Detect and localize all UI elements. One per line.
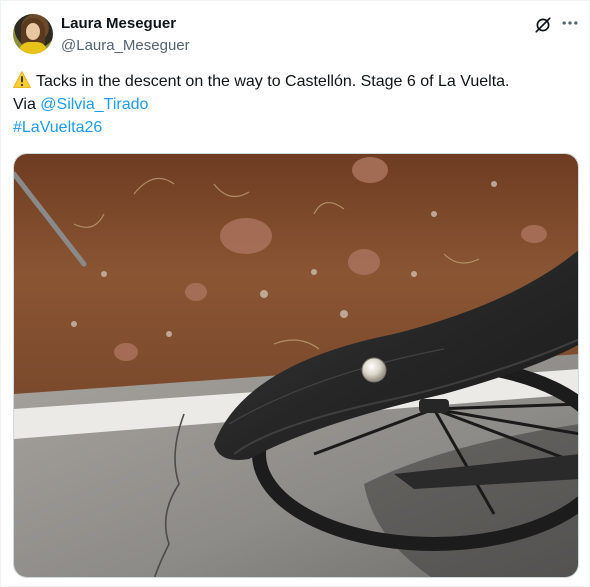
photo-bike-tire-tack xyxy=(14,154,578,577)
tweet-text-line3: #LaVuelta26 xyxy=(13,116,573,139)
hashtag-link[interactable]: #LaVuelta26 xyxy=(13,119,102,136)
mention-link[interactable]: @Silvia_Tirado xyxy=(40,96,148,113)
tweet-text-line1: Tacks in the descent on the way to Caste… xyxy=(13,70,573,93)
tweet-text-line2: Via @Silvia_Tirado xyxy=(13,93,573,116)
grok-icon[interactable] xyxy=(534,16,552,34)
author-handle[interactable]: @Laura_Meseguer xyxy=(61,37,190,54)
tweet-body-text: Tacks in the descent on the way to Caste… xyxy=(36,73,510,90)
avatar[interactable] xyxy=(13,14,53,54)
via-label: Via xyxy=(13,96,41,113)
tweet-card[interactable]: Laura Meseguer @Laura_Meseguer Tacks in … xyxy=(0,0,590,587)
more-dots-icon[interactable] xyxy=(560,13,580,33)
tweet-text: Tacks in the descent on the way to Caste… xyxy=(13,70,573,139)
author-display-name[interactable]: Laura Meseguer xyxy=(61,15,176,32)
warning-icon xyxy=(13,71,31,88)
tweet-media-photo[interactable] xyxy=(13,153,579,578)
